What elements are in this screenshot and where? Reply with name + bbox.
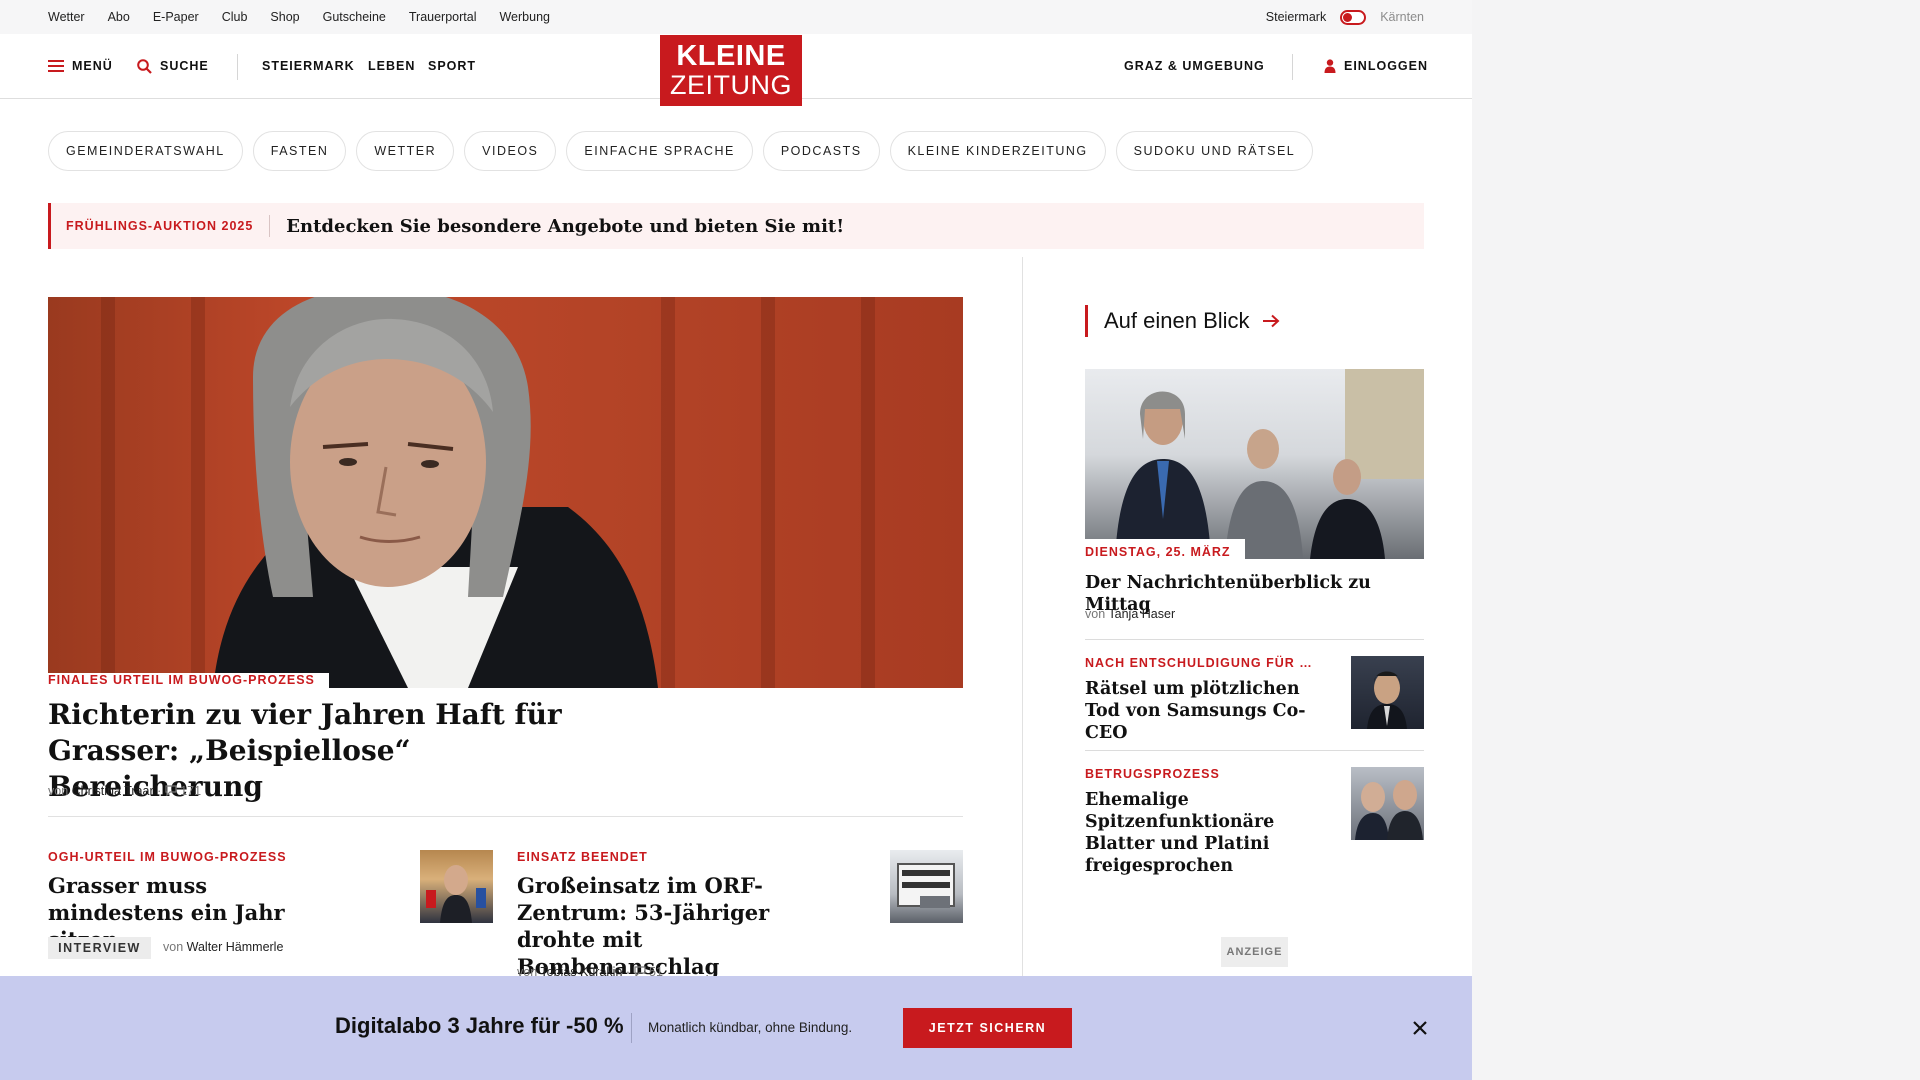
header-divider xyxy=(1292,54,1293,80)
hero-kicker[interactable]: FINALES URTEIL IM BUWOG-PROZESS xyxy=(48,673,329,688)
utility-link-gutscheine[interactable]: Gutscheine xyxy=(323,10,386,24)
region-switch: Steiermark Kärnten xyxy=(1266,0,1424,34)
search-label: SUCHE xyxy=(160,59,209,73)
hero-comment-count[interactable]: 171 xyxy=(180,784,201,798)
column-divider xyxy=(1022,257,1023,997)
sidebar-item-kicker[interactable]: BETRUGSPROZESS xyxy=(1085,767,1220,781)
tag-kinderzeitung[interactable]: KLEINE KINDERZEITUNG xyxy=(889,131,1106,171)
login-button[interactable]: EINLOGGEN xyxy=(1324,34,1428,98)
article-author[interactable]: Walter Hämmerle xyxy=(187,940,284,954)
topic-tags: GEMEINDERATSWAHL FASTEN WETTER VIDEOS EI… xyxy=(48,131,1314,171)
search-button[interactable]: SUCHE xyxy=(137,34,209,98)
article-kicker[interactable]: OGH-URTEIL IM BUWOG-PROZESS xyxy=(48,850,287,864)
sidebar-item-headline[interactable]: Rätsel um plötzlichen Tod von Samsungs C… xyxy=(1085,678,1315,744)
tag-fasten[interactable]: FASTEN xyxy=(252,131,347,171)
site-logo[interactable]: KLEINE ZEITUNG xyxy=(660,35,802,106)
ad-label: ANZEIGE xyxy=(1221,937,1288,967)
close-icon[interactable] xyxy=(1408,1016,1432,1040)
utility-link-werbung[interactable]: Werbung xyxy=(499,10,550,24)
region-toggle[interactable] xyxy=(1340,9,1367,25)
region-link[interactable]: GRAZ & UMGEBUNG xyxy=(1124,34,1265,98)
sidebar-lead-date: DIENSTAG, 25. MÄRZ xyxy=(1085,539,1245,559)
at-a-glance-link[interactable]: Auf einen Blick xyxy=(1085,305,1280,337)
logo-line-1: KLEINE xyxy=(676,40,786,72)
utility-link-wetter[interactable]: Wetter xyxy=(48,10,85,24)
utility-bar: Wetter Abo E-Paper Club Shop Gutscheine … xyxy=(0,0,1472,34)
tag-wetter[interactable]: WETTER xyxy=(356,131,455,171)
article-headline[interactable]: Großeinsatz im ORF-Zentrum: 53-Jähriger … xyxy=(517,872,817,980)
byline-prefix: von xyxy=(48,784,69,798)
arrow-right-icon xyxy=(1262,314,1280,328)
thumbnail-graphic xyxy=(1367,671,1407,729)
banner-divider xyxy=(631,1013,632,1043)
tag-sudoku[interactable]: SUDOKU UND RÄTSEL xyxy=(1115,131,1314,171)
region-steiermark[interactable]: Steiermark xyxy=(1266,10,1326,24)
byline-prefix: von xyxy=(163,940,184,954)
sidebar-lead-graphic xyxy=(1115,369,1424,559)
utility-link-abo[interactable]: Abo xyxy=(108,10,130,24)
sidebar-lead-byline: von Tanja Haser xyxy=(1085,607,1175,621)
hamburger-icon xyxy=(48,60,64,72)
sidebar-item-headline[interactable]: Ehemalige Spitzenfunktionäre Blatter und… xyxy=(1085,789,1325,877)
tag-podcasts[interactable]: PODCASTS xyxy=(762,131,880,171)
header-divider xyxy=(237,54,238,80)
search-icon xyxy=(137,58,152,74)
article-thumbnail[interactable] xyxy=(890,850,963,923)
banner-title: Digitalabo 3 Jahre für -50 % xyxy=(335,1013,624,1038)
article-thumbnail[interactable] xyxy=(420,850,493,923)
tag-gemeinderatswahl[interactable]: GEMEINDERATSWAHL xyxy=(48,131,243,171)
article-byline: von Walter Hämmerle xyxy=(163,940,283,954)
sidebar-item-kicker[interactable]: NACH ENTSCHULDIGUNG FÜR … xyxy=(1085,656,1313,670)
article-kicker[interactable]: EINSATZ BEENDET xyxy=(517,850,648,864)
hero-author[interactable]: Christina Traar xyxy=(72,784,154,798)
promo-text: Entdecken Sie besondere Angebote und bie… xyxy=(286,215,845,237)
login-label: EINLOGGEN xyxy=(1344,59,1429,73)
sidebar-divider xyxy=(1085,639,1424,640)
thumbnail-graphic xyxy=(897,863,955,908)
utility-link-trauerportal[interactable]: Trauerportal xyxy=(409,10,477,24)
utility-links: Wetter Abo E-Paper Club Shop Gutscheine … xyxy=(48,0,550,34)
nav-sport[interactable]: SPORT xyxy=(428,34,476,98)
subscription-banner: Digitalabo 3 Jahre für -50 % Monatlich k… xyxy=(0,976,1472,1080)
utility-link-club[interactable]: Club xyxy=(222,10,248,24)
thumbnail-graphic xyxy=(426,865,486,923)
hero-portrait xyxy=(101,297,875,688)
sidebar-lead-author[interactable]: Tanja Haser xyxy=(1108,607,1175,621)
sidebar-lead-image[interactable] xyxy=(1085,369,1424,559)
byline-prefix: von xyxy=(1085,607,1106,621)
page: Wetter Abo E-Paper Club Shop Gutscheine … xyxy=(0,0,1472,1080)
nav-leben[interactable]: LEBEN xyxy=(368,34,415,98)
utility-link-epaper[interactable]: E-Paper xyxy=(153,10,199,24)
sidebar-item-thumbnail[interactable] xyxy=(1351,767,1424,840)
region-kaernten[interactable]: Kärnten xyxy=(1380,10,1424,24)
tag-videos[interactable]: VIDEOS xyxy=(464,131,557,171)
thumbnail-graphic xyxy=(1355,780,1423,840)
promo-banner[interactable]: FRÜHLINGS-AUKTION 2025 Entdecken Sie bes… xyxy=(48,203,1424,249)
page-background xyxy=(1472,0,1920,1080)
utility-link-shop[interactable]: Shop xyxy=(270,10,299,24)
hero-byline: von Christina Traar · 171 xyxy=(48,784,202,798)
interview-badge: INTERVIEW xyxy=(48,937,151,959)
logo-line-2: ZEITUNG xyxy=(670,70,792,100)
section-divider xyxy=(48,816,963,817)
tag-einfache-sprache[interactable]: EINFACHE SPRACHE xyxy=(566,131,753,171)
nav-steiermark[interactable]: STEIERMARK xyxy=(262,34,355,98)
promo-kicker: FRÜHLINGS-AUKTION 2025 xyxy=(51,215,271,237)
hero-image[interactable] xyxy=(48,297,963,688)
menu-label: MENÜ xyxy=(72,59,113,73)
comment-icon xyxy=(165,785,177,797)
user-icon xyxy=(1324,59,1336,73)
main-header: MENÜ SUCHE STEIERMARK LEBEN SPORT KLEINE… xyxy=(0,34,1472,106)
at-a-glance-title: Auf einen Blick xyxy=(1104,308,1250,333)
sidebar-divider xyxy=(1085,750,1424,751)
sidebar-item-thumbnail[interactable] xyxy=(1351,656,1424,729)
menu-button[interactable]: MENÜ xyxy=(48,34,113,98)
subscribe-button[interactable]: JETZT SICHERN xyxy=(903,1008,1072,1048)
banner-subtitle: Monatlich kündbar, ohne Bindung. xyxy=(648,1020,853,1035)
